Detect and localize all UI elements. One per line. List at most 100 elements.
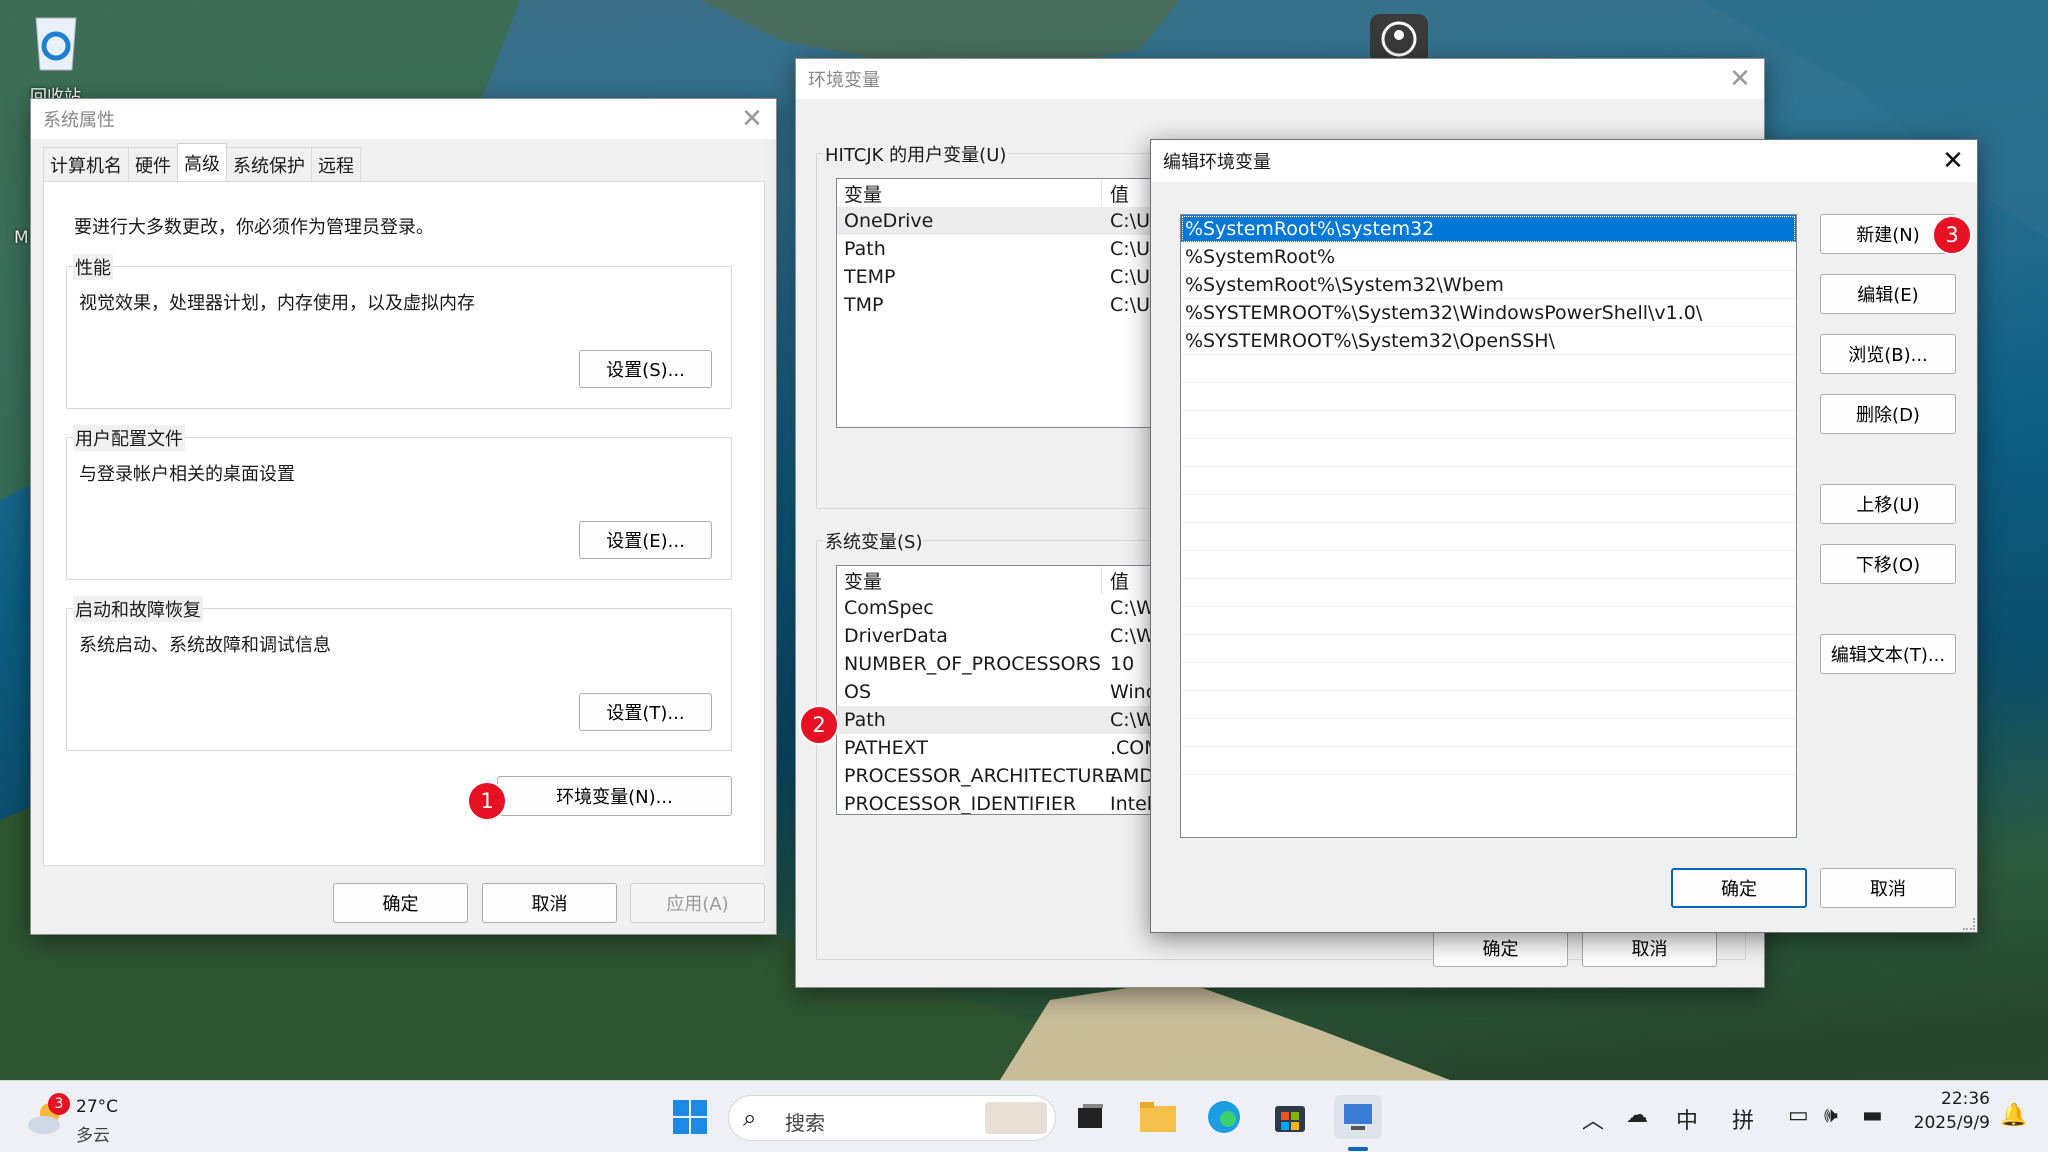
move-down-button[interactable]: 下移(O) — [1820, 544, 1956, 584]
clock-time: 22:36 — [1941, 1089, 1990, 1109]
system-properties-titlebar: 系统属性 ✕ — [31, 99, 776, 139]
path-entries-list[interactable]: %SystemRoot%\system32 %SystemRoot% %Syst… — [1180, 214, 1797, 838]
ok-button[interactable]: 确定 — [333, 883, 468, 923]
cell-name: ComSpec — [844, 597, 934, 619]
startup-recovery-settings-button[interactable]: 设置(T)... — [579, 693, 712, 731]
edge-browser-icon[interactable] — [1202, 1095, 1246, 1139]
taskbar-search[interactable]: ⌕ 搜索 — [728, 1095, 1056, 1141]
cell-name: Path — [844, 709, 886, 731]
tab-strip: 计算机名 硬件 高级 系统保护 远程 — [43, 143, 361, 181]
tab-hardware[interactable]: 硬件 — [128, 147, 178, 181]
edit-text-button[interactable]: 编辑文本(T)... — [1820, 634, 1956, 674]
cell-name: OS — [844, 681, 872, 703]
column-variable[interactable]: 变量 — [837, 179, 1102, 207]
start-button[interactable] — [668, 1095, 712, 1139]
environment-variables-button[interactable]: 环境变量(N)... — [497, 776, 732, 816]
cell-name: TMP — [844, 294, 884, 316]
tab-system-protection[interactable]: 系统保护 — [226, 147, 312, 181]
system-properties-app-icon[interactable] — [1334, 1095, 1382, 1139]
ime-language-indicator[interactable]: 中 — [1676, 1103, 1698, 1135]
empty-row[interactable] — [1181, 691, 1796, 719]
empty-row[interactable] — [1181, 439, 1796, 467]
show-hidden-icons-chevron-icon[interactable]: ︿ — [1582, 1103, 1604, 1135]
move-up-button[interactable]: 上移(U) — [1820, 484, 1956, 524]
empty-row[interactable] — [1181, 523, 1796, 551]
list-item[interactable]: %SystemRoot%\system32 — [1181, 215, 1796, 243]
notification-bell-icon[interactable]: 🔔 — [2000, 1103, 2027, 1128]
cancel-button[interactable]: 取消 — [482, 883, 617, 923]
resize-grip-icon[interactable] — [1963, 918, 1975, 930]
list-item[interactable]: %SystemRoot% — [1181, 243, 1796, 271]
cell-value: Winc — [1110, 681, 1157, 703]
list-item[interactable]: %SYSTEMROOT%\System32\WindowsPowerShell\… — [1181, 299, 1796, 327]
search-highlight-icon — [985, 1102, 1047, 1134]
desktop-icon-label: M — [14, 228, 29, 248]
empty-row[interactable] — [1181, 551, 1796, 579]
cell-value: AMD — [1110, 765, 1155, 787]
step-badge-3: 3 — [1932, 215, 1972, 255]
cell-value: 10 — [1110, 653, 1135, 675]
cell-name: DriverData — [844, 625, 948, 647]
edit-env-titlebar: 编辑环境变量 ✕ — [1151, 140, 1977, 182]
cancel-button[interactable]: 取消 — [1820, 868, 1956, 908]
admin-note: 要进行大多数更改，你必须作为管理员登录。 — [74, 217, 434, 238]
battery-icon[interactable]: ▬ — [1862, 1103, 1883, 1128]
empty-row[interactable] — [1181, 579, 1796, 607]
edit-button[interactable]: 编辑(E) — [1820, 274, 1956, 314]
clock[interactable]: 22:36 2025/9/9 — [1900, 1089, 1990, 1133]
column-variable[interactable]: 变量 — [837, 566, 1102, 594]
window-title: 系统属性 — [43, 110, 115, 131]
delete-button[interactable]: 删除(D) — [1820, 394, 1956, 434]
weather-badge: 3 — [48, 1093, 70, 1115]
cell-value: C:\W — [1110, 597, 1155, 619]
windows-logo-icon — [673, 1100, 707, 1134]
empty-row[interactable] — [1181, 467, 1796, 495]
empty-row[interactable] — [1181, 635, 1796, 663]
empty-row[interactable] — [1181, 663, 1796, 691]
ok-button[interactable]: 确定 — [1671, 868, 1807, 908]
onedrive-sync-off-icon[interactable]: ☁ — [1626, 1103, 1648, 1128]
cell-value: C:\W — [1110, 625, 1155, 647]
floating-camera-icon[interactable] — [1370, 14, 1428, 64]
user-profile-settings-button[interactable]: 设置(E)... — [579, 521, 712, 559]
file-explorer-icon[interactable] — [1136, 1095, 1180, 1139]
empty-row[interactable] — [1181, 383, 1796, 411]
cancel-button[interactable]: 取消 — [1582, 929, 1717, 967]
cell-name: PATHEXT — [844, 737, 928, 759]
microsoft-store-icon[interactable] — [1268, 1095, 1312, 1139]
cell-name: PROCESSOR_IDENTIFIER — [844, 793, 1077, 815]
tab-computer-name[interactable]: 计算机名 — [43, 147, 129, 181]
performance-settings-button[interactable]: 设置(S)... — [579, 350, 712, 388]
empty-row[interactable] — [1181, 355, 1796, 383]
empty-row[interactable] — [1181, 747, 1796, 775]
task-view-icon[interactable] — [1068, 1095, 1112, 1139]
column-value[interactable]: 值 — [1102, 180, 1129, 207]
startup-recovery-label: 启动和故障恢复 — [73, 596, 203, 622]
performance-desc: 视觉效果，处理器计划，内存使用，以及虚拟内存 — [79, 293, 475, 314]
close-icon[interactable]: ✕ — [1929, 141, 1977, 181]
close-icon[interactable]: ✕ — [728, 99, 776, 139]
apply-button[interactable]: 应用(A) — [630, 883, 765, 923]
tab-remote[interactable]: 远程 — [311, 147, 361, 181]
weather-widget[interactable]: 3 27°C 多云 — [26, 1093, 136, 1146]
browse-button[interactable]: 浏览(B)... — [1820, 334, 1956, 374]
ime-mode-indicator[interactable]: 拼 — [1732, 1103, 1754, 1135]
cell-name: Path — [844, 238, 886, 260]
empty-row[interactable] — [1181, 719, 1796, 747]
recycle-bin-icon[interactable] — [26, 8, 86, 74]
cell-name: PROCESSOR_ARCHITECTURE — [844, 765, 1117, 787]
tab-advanced[interactable]: 高级 — [177, 143, 227, 181]
empty-row[interactable] — [1181, 495, 1796, 523]
network-icon[interactable]: ▭ — [1788, 1103, 1809, 1128]
empty-row[interactable] — [1181, 411, 1796, 439]
ok-button[interactable]: 确定 — [1433, 929, 1568, 967]
active-app-indicator — [1348, 1147, 1368, 1151]
list-item[interactable]: %SYSTEMROOT%\System32\OpenSSH\ — [1181, 327, 1796, 355]
list-item[interactable]: %SystemRoot%\System32\Wbem — [1181, 271, 1796, 299]
empty-row[interactable] — [1181, 607, 1796, 635]
performance-label: 性能 — [73, 254, 113, 280]
column-value[interactable]: 值 — [1102, 567, 1129, 594]
volume-icon[interactable]: 🕪 — [1824, 1103, 1838, 1128]
close-icon[interactable]: ✕ — [1716, 59, 1764, 99]
user-profile-label: 用户配置文件 — [73, 425, 185, 451]
